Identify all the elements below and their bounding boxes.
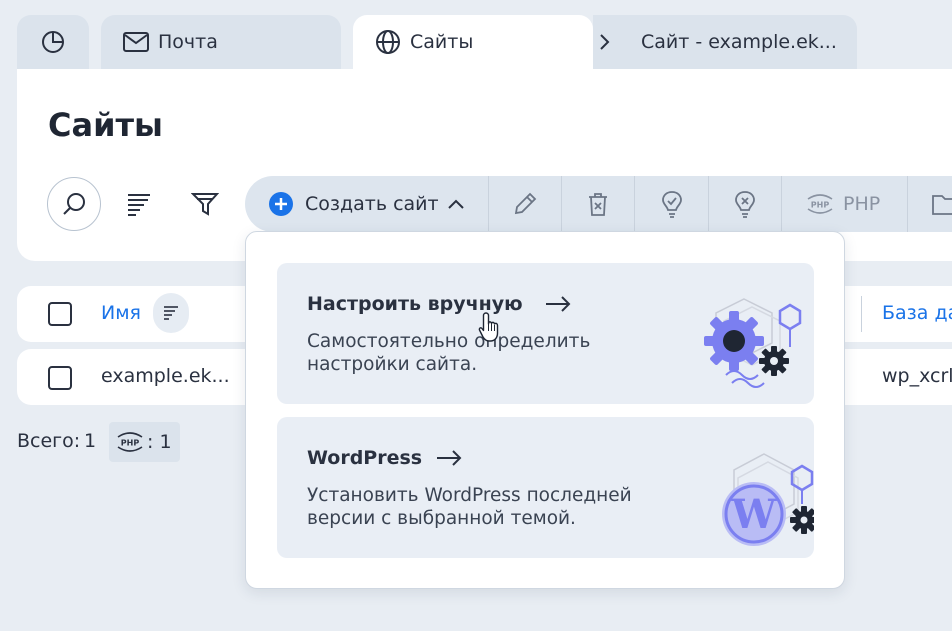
filter-icon xyxy=(191,193,219,216)
sort-lines-icon xyxy=(164,306,178,320)
total-count: 1 xyxy=(84,430,97,452)
create-site-button[interactable]: Создать сайт xyxy=(245,176,488,232)
option-wordpress-title: WordPress xyxy=(307,447,423,469)
page-title: Сайты xyxy=(48,106,163,144)
pencil-icon xyxy=(514,192,537,215)
bulb-check-icon xyxy=(661,191,682,218)
option-manual-setup[interactable]: Настроить вручную Самостоятельно определ… xyxy=(277,263,814,404)
php-count: : 1 xyxy=(147,431,172,453)
create-site-label: Создать сайт xyxy=(305,193,439,215)
globe-icon xyxy=(376,30,400,54)
column-header-name[interactable]: Имя xyxy=(101,302,141,324)
create-site-dropdown: Настроить вручную Самостоятельно определ… xyxy=(245,231,845,589)
chevron-up-icon xyxy=(447,199,464,209)
column-divider xyxy=(861,296,862,332)
gear-hexagon-illustration xyxy=(704,298,802,388)
svg-text:PHP: PHP xyxy=(121,439,140,448)
sort-lines-icon xyxy=(128,194,150,216)
row-site-name: example.ek... xyxy=(101,365,230,387)
arrow-right-icon xyxy=(437,450,462,466)
option-manual-title-row: Настроить вручную xyxy=(307,293,571,315)
arrow-right-icon xyxy=(545,296,571,312)
search-button[interactable] xyxy=(47,177,101,231)
svg-text:W: W xyxy=(731,491,778,538)
sort-button[interactable] xyxy=(119,180,159,228)
tab-sites[interactable]: Сайты xyxy=(353,15,593,69)
option-wordpress-desc: Установить WordPress последней версии с … xyxy=(307,485,632,529)
folder-icon xyxy=(932,195,952,215)
select-all-checkbox[interactable] xyxy=(48,302,72,326)
column-sort-button[interactable] xyxy=(153,293,189,333)
php-icon: PHP xyxy=(807,194,833,214)
delete-button[interactable] xyxy=(562,176,634,232)
tab-mail-label: Почта xyxy=(158,31,218,53)
folder-button[interactable] xyxy=(908,176,952,232)
plus-circle-icon xyxy=(269,192,293,216)
tab-mail[interactable]: Почта xyxy=(101,15,341,69)
php-icon: PHP xyxy=(117,432,143,452)
option-wordpress-title-row: WordPress xyxy=(307,447,462,469)
hand-cursor-icon xyxy=(478,312,499,342)
edit-button[interactable] xyxy=(489,176,561,232)
column-header-db[interactable]: База да xyxy=(882,302,952,324)
tab-dashboard[interactable] xyxy=(17,15,89,69)
tab-site-detail[interactable]: Сайт - example.ek... xyxy=(593,15,857,69)
php-count-badge: PHP : 1 xyxy=(109,422,180,462)
chevron-right-icon xyxy=(600,34,610,50)
bulb-off-icon xyxy=(735,191,755,218)
pie-chart-icon xyxy=(42,31,64,53)
total-label: Всего: xyxy=(17,430,81,452)
tab-site-detail-label: Сайт - example.ek... xyxy=(641,31,837,53)
search-icon xyxy=(63,193,85,215)
svg-text:PHP: PHP xyxy=(811,201,830,210)
php-button[interactable]: PHP PHP xyxy=(782,176,907,232)
row-db-name: wp_xcrl xyxy=(882,365,952,387)
filter-button[interactable] xyxy=(185,180,225,228)
tab-sites-label: Сайты xyxy=(410,31,474,53)
option-wordpress[interactable]: WordPress Установить WordPress последней… xyxy=(277,417,814,558)
trash-icon xyxy=(589,193,607,216)
mail-icon xyxy=(123,32,149,52)
php-label: PHP xyxy=(843,193,881,215)
wordpress-illustration: W xyxy=(722,453,814,546)
disable-button[interactable] xyxy=(709,176,781,232)
row-checkbox[interactable] xyxy=(48,366,72,390)
enable-button[interactable] xyxy=(635,176,708,232)
